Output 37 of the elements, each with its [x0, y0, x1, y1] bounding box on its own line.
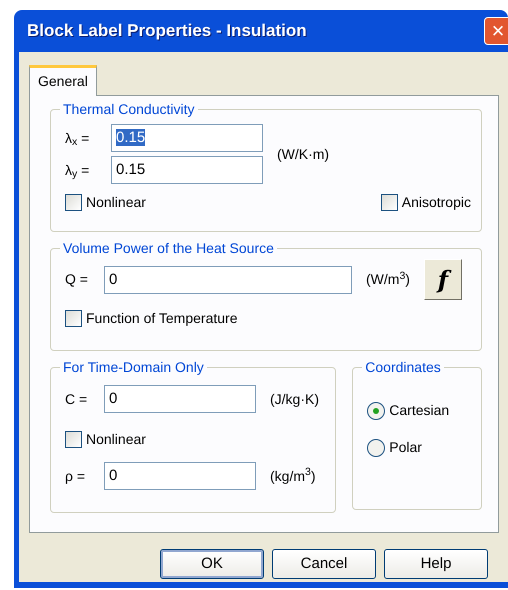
checkbox-label: Function of Temperature: [86, 309, 238, 328]
input-field[interactable]: 0.15: [111, 124, 263, 152]
checkbox-label: Nonlinear: [86, 430, 146, 449]
field-label: ρ =: [65, 466, 86, 486]
radio-label: Cartesian: [389, 401, 450, 420]
checkbox[interactable]: [65, 431, 82, 448]
radio-button[interactable]: [367, 402, 386, 420]
field-label: λ$_{x}$ =: [65, 128, 90, 148]
input-field[interactable]: 0: [104, 462, 256, 490]
checkbox[interactable]: [380, 194, 398, 211]
checkbox-label: Nonlinear: [86, 193, 146, 212]
field-label: λ$_{y}$ =: [65, 160, 90, 180]
unit-label: (kg/m$^{3}$): [270, 466, 316, 486]
radio-label: Polar: [389, 438, 422, 457]
input-field[interactable]: 0: [104, 266, 352, 294]
group-title: Coordinates: [362, 359, 444, 375]
group-title: Volume Power of the Heat Source: [60, 240, 277, 256]
field-label: Q =: [65, 270, 89, 289]
dialog-button[interactable]: Help: [384, 549, 488, 579]
input-field[interactable]: 0: [104, 385, 256, 413]
radio-button[interactable]: [367, 438, 386, 456]
checkbox-label: Anisotropic: [402, 193, 471, 212]
group-title: Thermal Conductivity: [60, 101, 198, 117]
group-title: For Time-Domain Only: [60, 359, 207, 375]
checkbox[interactable]: [65, 310, 82, 327]
unit-label: (J/kg·K): [270, 390, 319, 409]
dialog-button[interactable]: OK: [160, 549, 264, 579]
function-button[interactable]: f: [424, 259, 462, 300]
close-button[interactable]: ×: [484, 17, 508, 45]
window-title: Block Label Properties - Insulation: [27, 20, 307, 42]
dialog-button[interactable]: Cancel: [272, 549, 376, 579]
unit-label: (W/m$^{3}$): [366, 269, 410, 289]
field-label: C =: [65, 390, 88, 408]
checkbox[interactable]: [65, 194, 82, 211]
unit-label: (W/K·m): [277, 144, 330, 164]
input-field[interactable]: 0.15: [111, 156, 263, 184]
tab[interactable]: General: [29, 65, 97, 96]
